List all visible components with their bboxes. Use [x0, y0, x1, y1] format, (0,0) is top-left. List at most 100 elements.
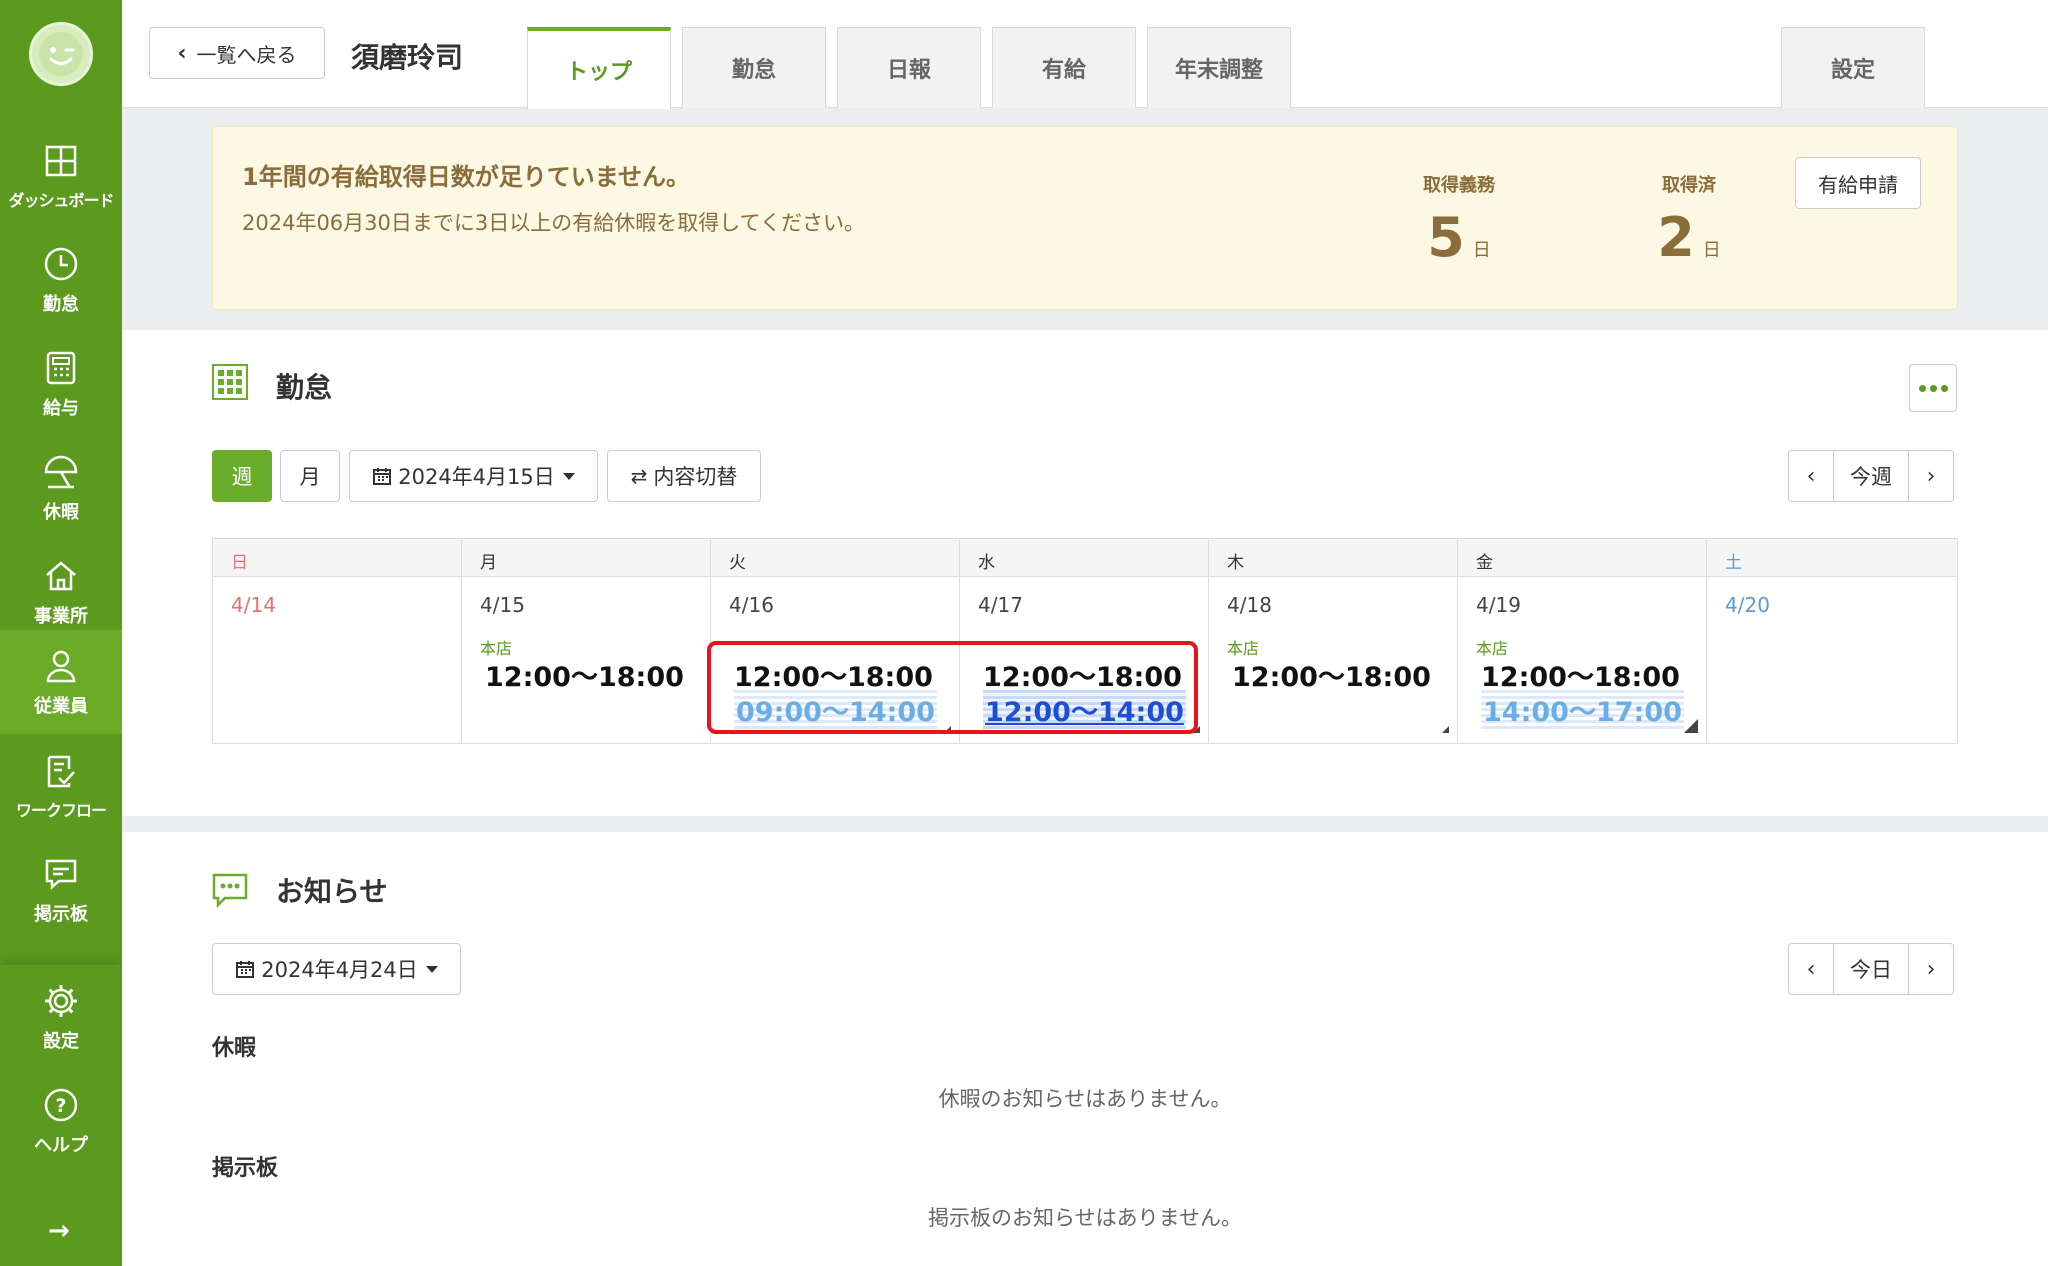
tab-year-end-adjustment[interactable]: 年末調整	[1147, 27, 1291, 108]
expand-arrow-icon[interactable]: →	[48, 1216, 70, 1246]
toggle-label: 内容切替	[653, 465, 738, 489]
sidebar-item-settings[interactable]: 設定	[0, 965, 122, 1069]
required-unit: 日	[1472, 240, 1491, 261]
planned-time[interactable]: 14:00～17:00	[1481, 690, 1684, 729]
sidebar-item-leave[interactable]: 休暇	[0, 436, 122, 540]
back-label: 一覧へ戻る	[196, 42, 297, 67]
day-date: 4/17	[978, 593, 1023, 617]
alert-message: 2024年06月30日までに3日以上の有給休暇を取得してください。	[242, 211, 865, 235]
dashboard-icon	[41, 141, 81, 181]
sidebar-item-label: 従業員	[34, 696, 88, 717]
next-week-button[interactable]: ›	[1909, 451, 1953, 501]
leave-empty-message: 休暇のお知らせはありません。	[938, 1087, 1232, 1111]
chevron-left-icon: ‹	[177, 40, 187, 66]
calendar-day-sun[interactable]: 日 4/14	[213, 539, 462, 743]
calendar-day-thu[interactable]: 木 4/18 本店 12:00～18:00	[1209, 539, 1458, 743]
day-of-week: 土	[1707, 539, 1957, 577]
required-label: 取得義務	[1423, 175, 1495, 196]
day-of-week: 水	[960, 539, 1208, 577]
sidebar: ダッシュボード 勤怠 給与 休暇 事業所 従業員 ワークフロー 掲示板 設定 ?…	[0, 0, 122, 1266]
swap-icon: ⇄	[630, 464, 648, 488]
sidebar-item-dashboard[interactable]: ダッシュボード	[0, 124, 122, 228]
smiley-icon	[39, 32, 83, 76]
today-button[interactable]: 今日	[1833, 944, 1909, 994]
avatar[interactable]	[29, 22, 93, 86]
next-day-button[interactable]: ›	[1909, 944, 1953, 994]
day-of-week: 火	[711, 539, 959, 577]
chat-icon	[212, 872, 248, 909]
tab-daily-report[interactable]: 日報	[837, 27, 981, 108]
help-icon: ?	[41, 1085, 81, 1125]
sidebar-item-office[interactable]: 事業所	[0, 540, 122, 644]
sidebar-item-workflow[interactable]: ワークフロー	[0, 734, 122, 838]
week-date-value: 2024年4月15日	[398, 465, 555, 489]
tab-settings[interactable]: 設定	[1781, 27, 1925, 108]
calendar-day-mon[interactable]: 月 4/15 本店 12:00～18:00	[462, 539, 711, 743]
shift-time[interactable]: 12:00～18:00	[1232, 655, 1431, 694]
shift-time[interactable]: 12:00～18:00	[1481, 655, 1680, 694]
apply-paid-leave-button[interactable]: 有給申請	[1795, 157, 1921, 209]
taken-days-stat: 取得済 2日	[1629, 171, 1749, 282]
calculator-icon	[41, 348, 81, 388]
week-pager: ‹ 今週 ›	[1788, 450, 1954, 502]
chevron-down-icon	[425, 965, 438, 973]
month-view-button[interactable]: 月	[280, 450, 340, 502]
home-icon	[41, 556, 81, 596]
tab-attendance[interactable]: 勤怠	[682, 27, 826, 108]
sidebar-item-board[interactable]: 掲示板	[0, 838, 122, 942]
grid-icon	[212, 364, 248, 400]
calendar-day-fri[interactable]: 金 4/19 本店 12:00～18:00 14:00～17:00	[1458, 539, 1707, 743]
day-of-week: 金	[1458, 539, 1706, 577]
resize-corner-icon	[1684, 719, 1698, 733]
prev-week-button[interactable]: ‹	[1789, 451, 1833, 501]
day-date: 4/19	[1476, 593, 1521, 617]
week-view-button[interactable]: 週	[212, 450, 272, 502]
toggle-content-button[interactable]: ⇄ 内容切替	[607, 450, 761, 502]
sidebar-item-employees[interactable]: 従業員	[0, 630, 122, 734]
prev-day-button[interactable]: ‹	[1789, 944, 1833, 994]
highlight-box	[707, 641, 1198, 734]
svg-text:?: ?	[55, 1095, 66, 1117]
sidebar-item-label: 事業所	[34, 606, 88, 627]
attendance-title: 勤怠	[276, 371, 333, 404]
day-pager: ‹ 今日 ›	[1788, 943, 1954, 995]
calendar-icon	[373, 468, 392, 485]
board-heading: 掲示板	[212, 1156, 279, 1181]
notices-section-bg	[122, 832, 2048, 1266]
day-date: 4/15	[480, 593, 525, 617]
tab-top[interactable]: トップ	[527, 27, 671, 109]
taken-value: 2	[1657, 206, 1695, 269]
board-empty-message: 掲示板のお知らせはありません。	[928, 1206, 1242, 1230]
required-days-stat: 取得義務 5日	[1389, 171, 1529, 282]
taken-label: 取得済	[1662, 175, 1716, 196]
umbrella-icon	[41, 452, 81, 492]
sidebar-item-label: ダッシュボード	[8, 191, 114, 210]
clock-icon	[41, 244, 81, 284]
sidebar-item-label: 休暇	[43, 502, 79, 523]
gear-icon	[41, 981, 81, 1021]
day-date: 4/14	[231, 593, 276, 617]
calendar-icon	[236, 961, 255, 978]
back-to-list-button[interactable]: ‹ 一覧へ戻る	[149, 27, 325, 79]
week-date-select[interactable]: 2024年4月15日	[349, 450, 598, 502]
more-options-button[interactable]	[1909, 364, 1957, 412]
day-date: 4/18	[1227, 593, 1272, 617]
alert-title: 1年間の有給取得日数が足りていません。	[242, 163, 690, 191]
sidebar-item-attendance[interactable]: 勤怠	[0, 228, 122, 332]
sidebar-item-payroll[interactable]: 給与	[0, 332, 122, 436]
sidebar-item-label: 設定	[43, 1031, 79, 1052]
tab-paid-leave[interactable]: 有給	[992, 27, 1136, 108]
notice-date-value: 2024年4月24日	[261, 958, 418, 982]
message-icon	[41, 854, 81, 894]
calendar-day-sat[interactable]: 土 4/20	[1707, 539, 1957, 743]
day-of-week: 月	[462, 539, 710, 577]
notices-title: お知らせ	[276, 875, 388, 908]
top-header: ‹ 一覧へ戻る 須磨玲司 トップ 勤怠 日報 有給 年末調整 設定	[122, 0, 2048, 109]
sidebar-item-label: ワークフロー	[15, 801, 107, 820]
this-week-button[interactable]: 今週	[1833, 451, 1909, 501]
notice-date-select[interactable]: 2024年4月24日	[212, 943, 461, 995]
chevron-down-icon	[562, 472, 575, 480]
sidebar-item-label: ヘルプ	[34, 1135, 88, 1156]
sidebar-item-help[interactable]: ? ヘルプ	[0, 1069, 122, 1173]
shift-time[interactable]: 12:00～18:00	[485, 655, 684, 694]
